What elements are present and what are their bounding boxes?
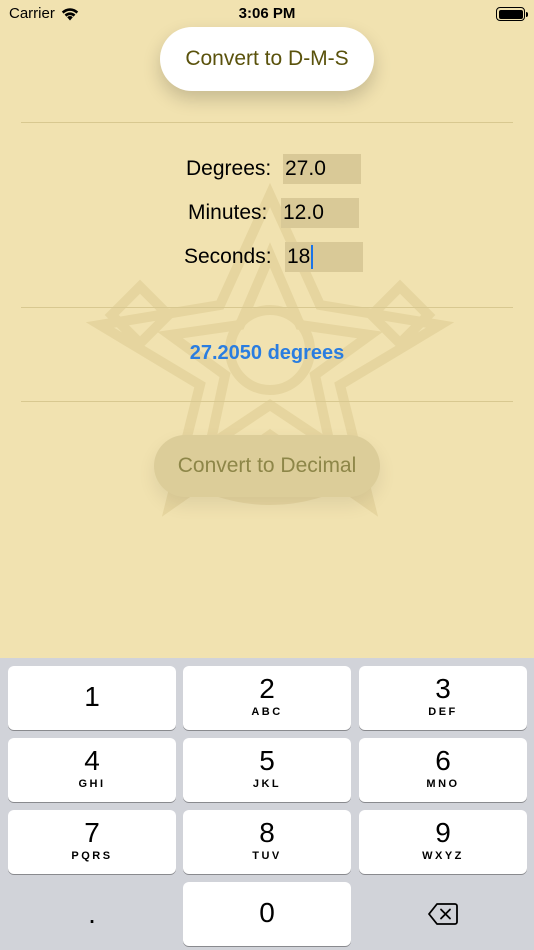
key-decimal-point[interactable]: .: [8, 882, 176, 946]
key-letters: MNO: [426, 778, 460, 790]
key-0[interactable]: 0: [183, 882, 351, 946]
convert-to-decimal-button[interactable]: Convert to Decimal: [154, 435, 380, 497]
key-letters: DEF: [428, 706, 458, 718]
battery-icon: [496, 7, 528, 21]
key-digit: 5: [259, 745, 275, 776]
key-3[interactable]: 3 DEF: [359, 666, 527, 730]
degrees-row: Degrees: 27.0: [0, 154, 534, 184]
key-digit: 0: [259, 897, 275, 928]
key-1[interactable]: 1: [8, 666, 176, 730]
key-digit: 3: [435, 673, 451, 704]
key-letters: ABC: [251, 706, 283, 718]
minutes-row: Minutes: 12.0: [0, 198, 534, 228]
numeric-keypad: 1 2 ABC 3 DEF 4 GHI 5 JKL 6 MNO 7 PQRS 8…: [0, 658, 534, 950]
delete-backspace-icon: [428, 903, 458, 925]
degrees-value: 27.0: [285, 157, 326, 180]
seconds-value: 18: [287, 245, 311, 268]
key-letters: PQRS: [71, 850, 113, 862]
key-digit: 1: [84, 681, 100, 712]
key-digit: 9: [435, 817, 451, 848]
key-letters: GHI: [78, 778, 106, 790]
key-5[interactable]: 5 JKL: [183, 738, 351, 802]
key-9[interactable]: 9 WXYZ: [359, 810, 527, 874]
key-letters: TUV: [252, 850, 282, 862]
minutes-value: 12.0: [283, 201, 324, 224]
divider: [21, 401, 513, 402]
key-digit: 8: [259, 817, 275, 848]
key-digit: 7: [84, 817, 100, 848]
key-digit: 6: [435, 745, 451, 776]
key-letters: WXYZ: [422, 850, 464, 862]
key-4[interactable]: 4 GHI: [8, 738, 176, 802]
text-cursor: [311, 245, 314, 269]
key-letters: JKL: [252, 778, 282, 790]
seconds-label: Seconds:: [184, 245, 272, 268]
key-8[interactable]: 8 TUV: [183, 810, 351, 874]
degrees-input[interactable]: 27.0: [283, 154, 361, 184]
status-time: 3:06 PM: [238, 5, 296, 22]
minutes-label: Minutes:: [188, 201, 268, 224]
divider: [21, 307, 513, 308]
status-bar: Carrier 3:06 PM: [0, 0, 534, 28]
result-text: 27.2050 degrees: [189, 342, 345, 364]
degrees-label: Degrees:: [186, 157, 272, 180]
seconds-input[interactable]: 18: [285, 242, 363, 272]
minutes-input[interactable]: 12.0: [281, 198, 359, 228]
key-6[interactable]: 6 MNO: [359, 738, 527, 802]
divider: [21, 122, 513, 123]
key-7[interactable]: 7 PQRS: [8, 810, 176, 874]
delete-key[interactable]: [359, 882, 527, 946]
key-digit: 2: [259, 673, 275, 704]
key-digit: 4: [84, 745, 100, 776]
key-2[interactable]: 2 ABC: [183, 666, 351, 730]
convert-to-dms-button[interactable]: Convert to D-M-S: [160, 27, 374, 91]
seconds-row: Seconds: 18: [0, 242, 534, 272]
